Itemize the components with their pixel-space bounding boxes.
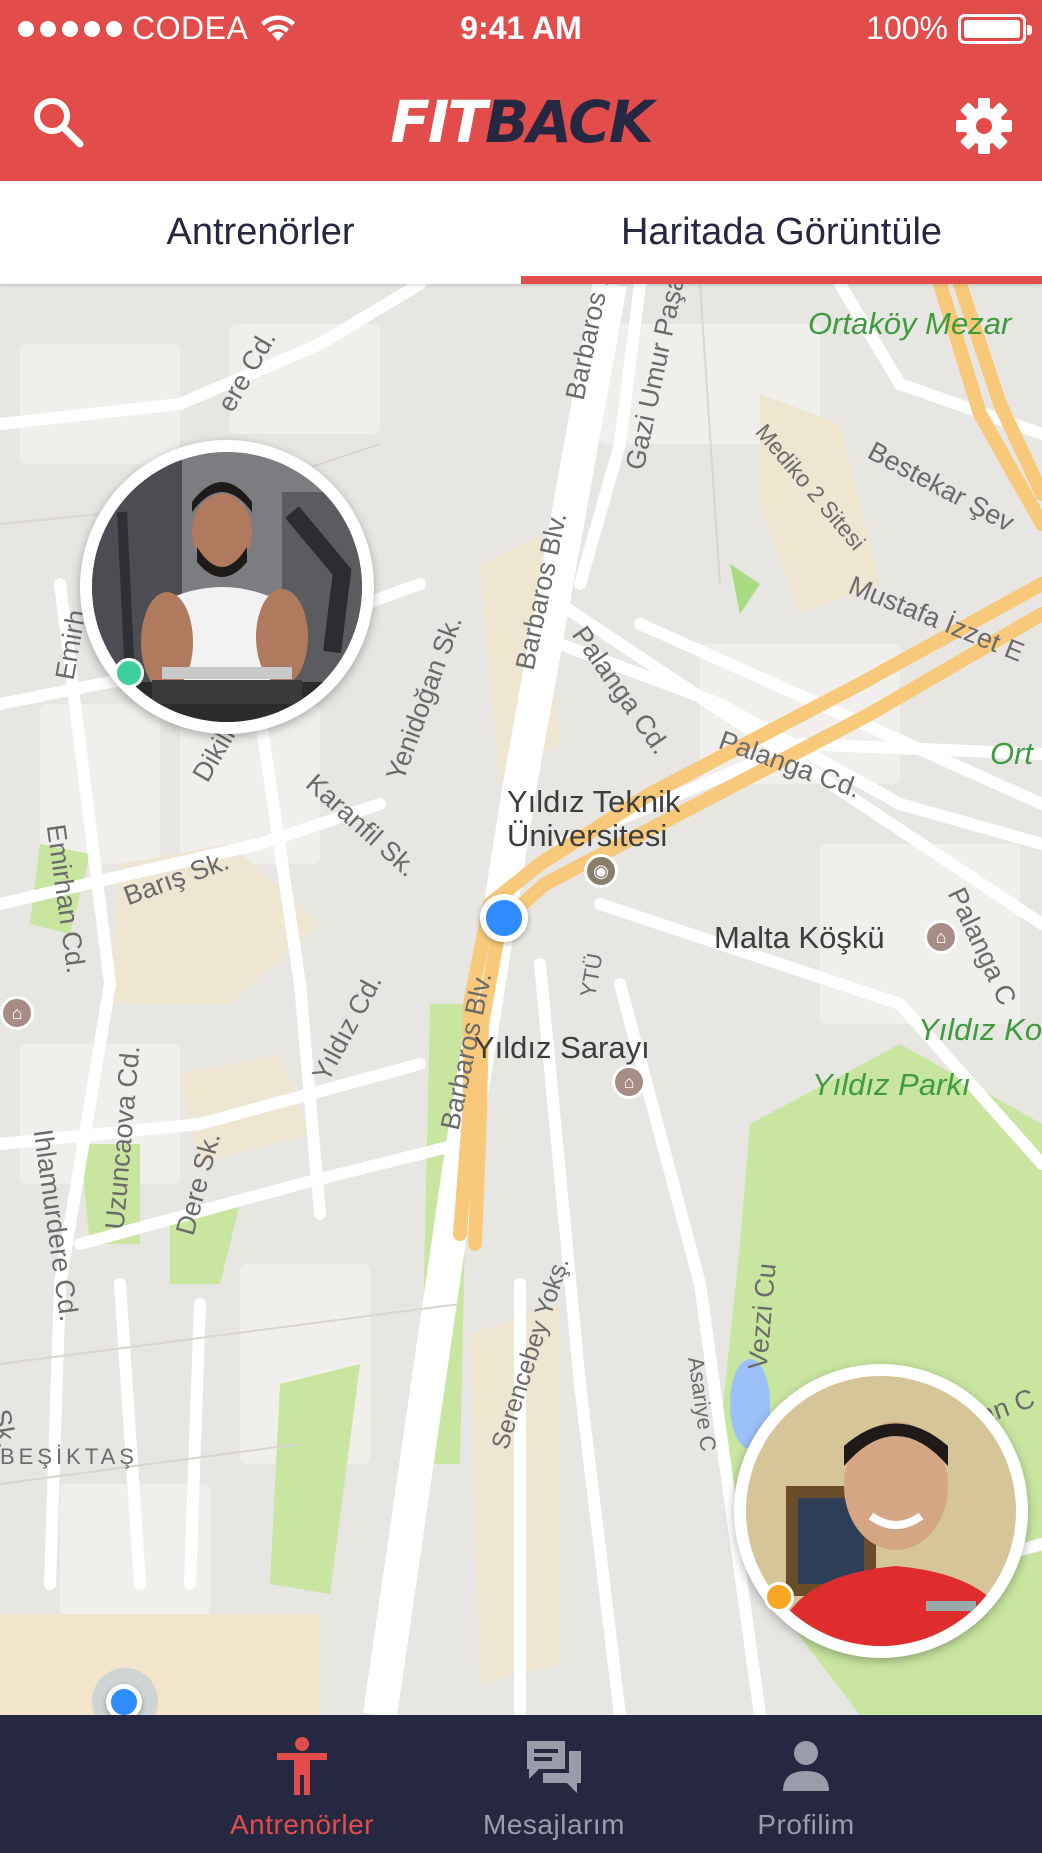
map-label-ortakoy: Ortaköy Mezar bbox=[808, 306, 1012, 341]
app-header-bar: CODEA 9:41 AM 100% FITBACK bbox=[0, 0, 1042, 181]
tab-antrenorler[interactable]: Antrenörler bbox=[0, 181, 521, 284]
nav-header: FITBACK bbox=[0, 58, 1042, 181]
map-label-yildiz-sarayi: Yıldız Sarayı bbox=[474, 1030, 650, 1065]
nav-item-profilim[interactable]: Profilim bbox=[680, 1715, 932, 1853]
trainer-2-status-dot bbox=[764, 1582, 794, 1612]
segmented-tabs: Antrenörler Haritada Görüntüle bbox=[0, 181, 1042, 284]
profile-icon bbox=[783, 1741, 829, 1791]
palace-icon: ⌂ bbox=[612, 1065, 646, 1099]
battery-icon bbox=[958, 13, 1032, 44]
nav-label-mesajlarim: Mesajlarım bbox=[483, 1809, 625, 1840]
map-label-malta: Malta Köşkü bbox=[714, 920, 885, 955]
current-location-marker bbox=[480, 894, 528, 942]
map-view[interactable]: Ortaköy Mezar Ort Bestekar Şev Mediko 2 … bbox=[0, 284, 1042, 1715]
landmark-icon: ⌂ bbox=[924, 920, 958, 954]
nav-label-profilim: Profilim bbox=[757, 1809, 855, 1840]
map-label-yildiz-parki: Yıldız Parkı bbox=[812, 1067, 971, 1102]
nav-label-antrenorler: Antrenörler bbox=[229, 1809, 374, 1840]
tab-haritada-goruntule[interactable]: Haritada Görüntüle bbox=[521, 181, 1042, 284]
logo-back: BACK bbox=[484, 88, 654, 156]
museum-icon: ⌂ bbox=[0, 996, 34, 1030]
status-bar: CODEA 9:41 AM 100% bbox=[0, 0, 1042, 58]
map-label-ytu-1: Yıldız Teknik bbox=[507, 784, 681, 819]
gear-icon[interactable] bbox=[952, 94, 1016, 158]
nav-item-mesajlarim[interactable]: Mesajlarım bbox=[428, 1715, 680, 1853]
trainer-1-status-dot bbox=[114, 658, 144, 688]
battery-percent: 100% bbox=[866, 10, 948, 46]
university-icon: ◉ bbox=[584, 854, 618, 888]
map-label-ytu-2: Üniversitesi bbox=[507, 818, 668, 853]
map-label-ort: Ort bbox=[990, 736, 1034, 771]
trainer-pin-2[interactable] bbox=[734, 1364, 1028, 1658]
chat-bubbles-icon bbox=[527, 1741, 581, 1793]
map-label-yildiz-k: Yıldız Ko bbox=[918, 1012, 1042, 1047]
status-right: 100% bbox=[866, 10, 1032, 47]
app-logo: FITBACK bbox=[0, 88, 1042, 156]
nav-item-antrenorler[interactable]: Antrenörler bbox=[176, 1715, 428, 1853]
trainer-pin-1[interactable] bbox=[80, 440, 374, 734]
map-label-besiktas: BEŞİKTAŞ bbox=[0, 1444, 138, 1469]
bottom-tab-bar: Antrenörler Mesajlarım Profilim bbox=[0, 1715, 1042, 1853]
person-icon bbox=[277, 1737, 327, 1795]
logo-fit: FIT bbox=[390, 88, 487, 156]
secondary-location-marker bbox=[106, 1684, 142, 1715]
